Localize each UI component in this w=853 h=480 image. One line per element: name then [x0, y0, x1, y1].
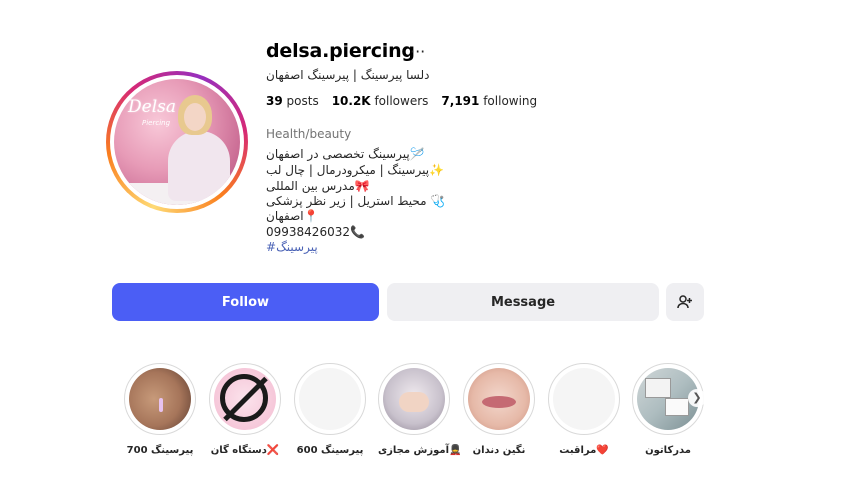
following-stat[interactable]: 7,191 following — [441, 94, 537, 108]
bio-line: پیرسینگ | میکرودرمال | چال لب✨ — [266, 163, 444, 177]
avatar-person-face — [184, 103, 206, 131]
highlight-label: مدرکاتون — [645, 445, 691, 456]
highlight-label: پیرسینگ 600 — [296, 445, 364, 456]
story-highlight[interactable]: آموزش مجازی💂 — [378, 363, 462, 456]
suggest-accounts-button[interactable] — [666, 283, 704, 321]
story-highlight[interactable]: مراقبت❤️ — [548, 363, 620, 456]
highlight-cover — [553, 368, 615, 430]
highlight-cover — [468, 368, 530, 430]
highlight-ring — [378, 363, 450, 435]
message-button[interactable]: Message — [387, 283, 659, 321]
followers-stat[interactable]: 10.2K followers — [332, 94, 429, 108]
story-highlight[interactable]: نگین دندان — [463, 363, 535, 456]
following-label: following — [483, 94, 538, 108]
profile-stats: 39 posts 10.2K followers 7,191 following — [266, 94, 537, 108]
highlight-ring — [209, 363, 281, 435]
profile-category: Health/beauty — [266, 127, 352, 141]
follow-button[interactable]: Follow — [112, 283, 379, 321]
profile-avatar[interactable]: Delsa Piercing — [106, 71, 248, 213]
highlight-cover — [383, 368, 445, 430]
posts-stat: 39 posts — [266, 94, 319, 108]
highlight-ring — [548, 363, 620, 435]
highlight-cover — [299, 368, 361, 430]
avatar-logo-text: Delsa — [128, 97, 176, 117]
highlight-label: آموزش مجازی💂 — [378, 445, 462, 456]
highlight-cover — [129, 368, 191, 430]
bio-line: اصفهان📍 — [266, 209, 319, 223]
followers-label: followers — [374, 94, 429, 108]
profile-username: delsa.piercing — [266, 40, 415, 62]
highlight-label: دستگاه گان❌ — [210, 445, 280, 456]
story-highlight[interactable]: ❯ مدرکاتون — [632, 363, 706, 456]
posts-count: 39 — [266, 94, 283, 108]
highlight-ring — [294, 363, 366, 435]
avatar-person-body — [168, 131, 230, 201]
more-options-icon[interactable]: ··· — [410, 42, 425, 61]
bio-line: 09938426032📞 — [266, 225, 365, 239]
followers-count: 10.2K — [331, 94, 371, 108]
story-highlight[interactable]: دستگاه گان❌ — [209, 363, 281, 456]
highlight-ring — [463, 363, 535, 435]
profile-full-name: دلسا پیرسینگ | پیرسینگ اصفهان — [266, 68, 430, 82]
highlight-label: مراقبت❤️ — [559, 445, 609, 456]
avatar-image: Delsa Piercing — [114, 79, 240, 205]
story-highlight[interactable]: پیرسینگ 600 — [294, 363, 366, 456]
highlights-next-arrow-icon[interactable]: ❯ — [688, 389, 706, 407]
bio-line: محیط استریل | زیر نظر پزشکی 🩺 — [266, 194, 446, 208]
highlight-label: نگین دندان — [472, 445, 526, 456]
bio-line: مدرس بین المللی🎀 — [266, 179, 370, 193]
following-count: 7,191 — [441, 94, 480, 108]
avatar-frame: Delsa Piercing — [110, 75, 244, 209]
highlight-ring — [124, 363, 196, 435]
avatar-logo-subtext: Piercing — [142, 119, 171, 127]
story-highlight[interactable]: پیرسینگ 700 — [124, 363, 196, 456]
bio-line: پیرسینگ تخصصی در اصفهان🪡 — [266, 147, 425, 161]
posts-label: posts — [286, 94, 319, 108]
highlight-cover — [214, 368, 276, 430]
person-plus-icon — [677, 295, 692, 309]
bio-hashtag-link[interactable]: #پیرسینگ — [266, 240, 318, 254]
highlight-label: پیرسینگ 700 — [126, 445, 194, 456]
